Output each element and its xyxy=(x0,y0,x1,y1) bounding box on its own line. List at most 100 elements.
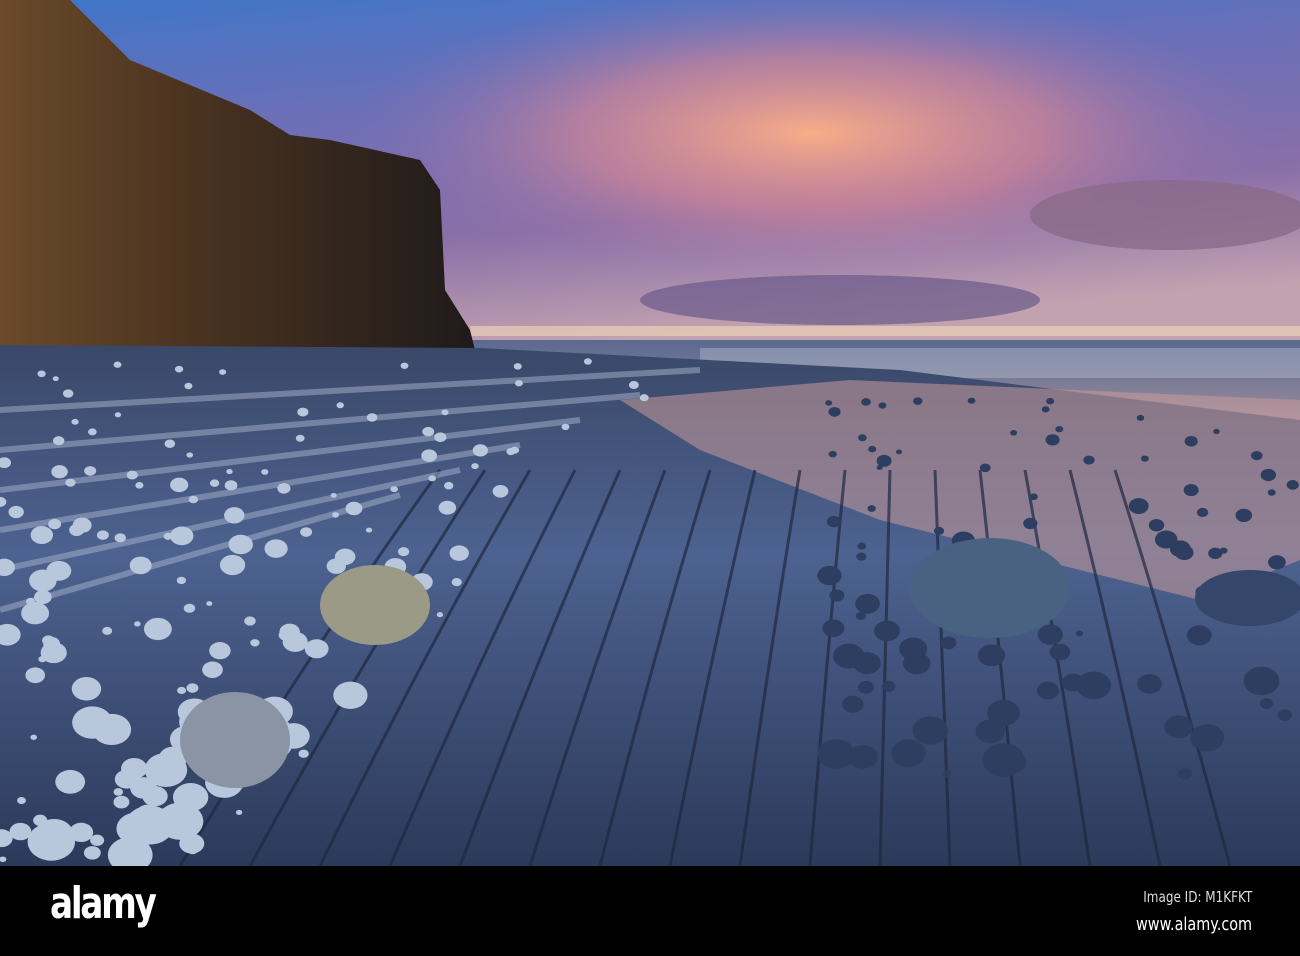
pebble xyxy=(1268,555,1286,570)
pebble xyxy=(1177,768,1193,780)
pebble xyxy=(1041,406,1050,413)
pebble xyxy=(295,434,305,442)
pebble xyxy=(83,846,101,860)
pebble xyxy=(72,706,113,739)
pebble xyxy=(825,400,833,406)
pebble xyxy=(1183,484,1199,497)
pebble xyxy=(967,397,976,404)
pebble xyxy=(71,418,79,425)
pebble xyxy=(857,680,875,694)
boulder xyxy=(320,565,430,645)
pebble xyxy=(449,545,469,561)
pebble xyxy=(202,661,223,678)
pebble xyxy=(130,777,158,799)
pebble xyxy=(848,744,878,769)
pebble xyxy=(90,834,105,846)
pebble xyxy=(113,795,130,809)
pebble xyxy=(422,426,435,437)
pebble xyxy=(277,483,291,494)
pebble xyxy=(1286,480,1299,490)
pebble xyxy=(510,446,520,454)
alamy-logo: alamy xyxy=(50,878,157,929)
pebble xyxy=(114,412,122,418)
pebble xyxy=(1136,414,1145,421)
pebble xyxy=(71,676,102,701)
pebble xyxy=(451,578,462,587)
pebble xyxy=(114,533,126,543)
pebble xyxy=(235,809,243,815)
pebble xyxy=(219,554,246,576)
pebble xyxy=(366,413,378,422)
pebble xyxy=(881,680,896,692)
pebble xyxy=(116,812,157,845)
pebble xyxy=(1141,455,1149,462)
pebble xyxy=(330,493,337,498)
pebble xyxy=(857,542,867,550)
pebble xyxy=(164,439,176,448)
pebble xyxy=(279,623,300,640)
pebble xyxy=(30,734,38,740)
pebble xyxy=(226,469,233,475)
pebble xyxy=(184,382,193,390)
pebble xyxy=(300,527,313,537)
pebble xyxy=(1196,507,1209,517)
pebble xyxy=(51,465,68,479)
pebble xyxy=(69,523,85,536)
pebble xyxy=(333,681,368,709)
pebble xyxy=(828,450,837,458)
website-link[interactable]: www.alamy.com xyxy=(1136,914,1252,935)
stock-photo-page: alamy Image ID: M1KFKT www.alamy.com xyxy=(0,0,1300,956)
pebble xyxy=(472,444,489,457)
pebble xyxy=(817,565,842,586)
pebble xyxy=(1154,530,1178,549)
footer-bar: alamy Image ID: M1KFKT www.alamy.com xyxy=(0,866,1300,956)
pebble xyxy=(940,636,957,650)
pebble xyxy=(143,617,172,641)
pebble xyxy=(1190,724,1225,752)
pebble xyxy=(183,603,196,613)
pebble xyxy=(400,362,409,369)
pebble xyxy=(8,505,24,519)
pebble xyxy=(30,526,54,544)
pebble xyxy=(304,639,329,659)
pebble xyxy=(428,475,437,482)
pebble xyxy=(471,463,479,470)
pebble xyxy=(861,398,871,406)
pebble xyxy=(88,428,97,436)
pebble xyxy=(46,560,72,581)
pebble xyxy=(332,512,340,518)
pebble xyxy=(186,452,194,458)
pebble xyxy=(188,495,199,504)
pebble xyxy=(421,449,437,463)
pebble xyxy=(206,601,213,607)
pebble xyxy=(345,501,363,516)
boulder xyxy=(910,538,1070,638)
pebble xyxy=(1049,643,1071,661)
pebble xyxy=(224,480,238,491)
pebble xyxy=(833,643,865,669)
pebble xyxy=(113,788,124,796)
pebble xyxy=(174,365,184,373)
pebble xyxy=(513,363,522,370)
pebble xyxy=(1029,493,1038,501)
pebble xyxy=(1146,675,1157,684)
pebble xyxy=(1128,498,1149,514)
pebble xyxy=(1023,517,1038,530)
pebble xyxy=(1055,425,1064,433)
pebble xyxy=(244,616,256,626)
pebble xyxy=(25,667,46,684)
pebble xyxy=(298,749,309,758)
pebble xyxy=(1259,698,1274,709)
pebble xyxy=(822,619,845,638)
pebble xyxy=(186,845,199,855)
pebble xyxy=(1075,630,1084,637)
pebble xyxy=(34,590,52,605)
pebble xyxy=(434,432,447,443)
pebble xyxy=(855,593,880,614)
pebble xyxy=(874,620,901,642)
pebble xyxy=(297,407,309,417)
pebble xyxy=(102,626,113,635)
pebble xyxy=(170,526,194,546)
pebble xyxy=(858,434,867,442)
pebble xyxy=(186,683,199,693)
